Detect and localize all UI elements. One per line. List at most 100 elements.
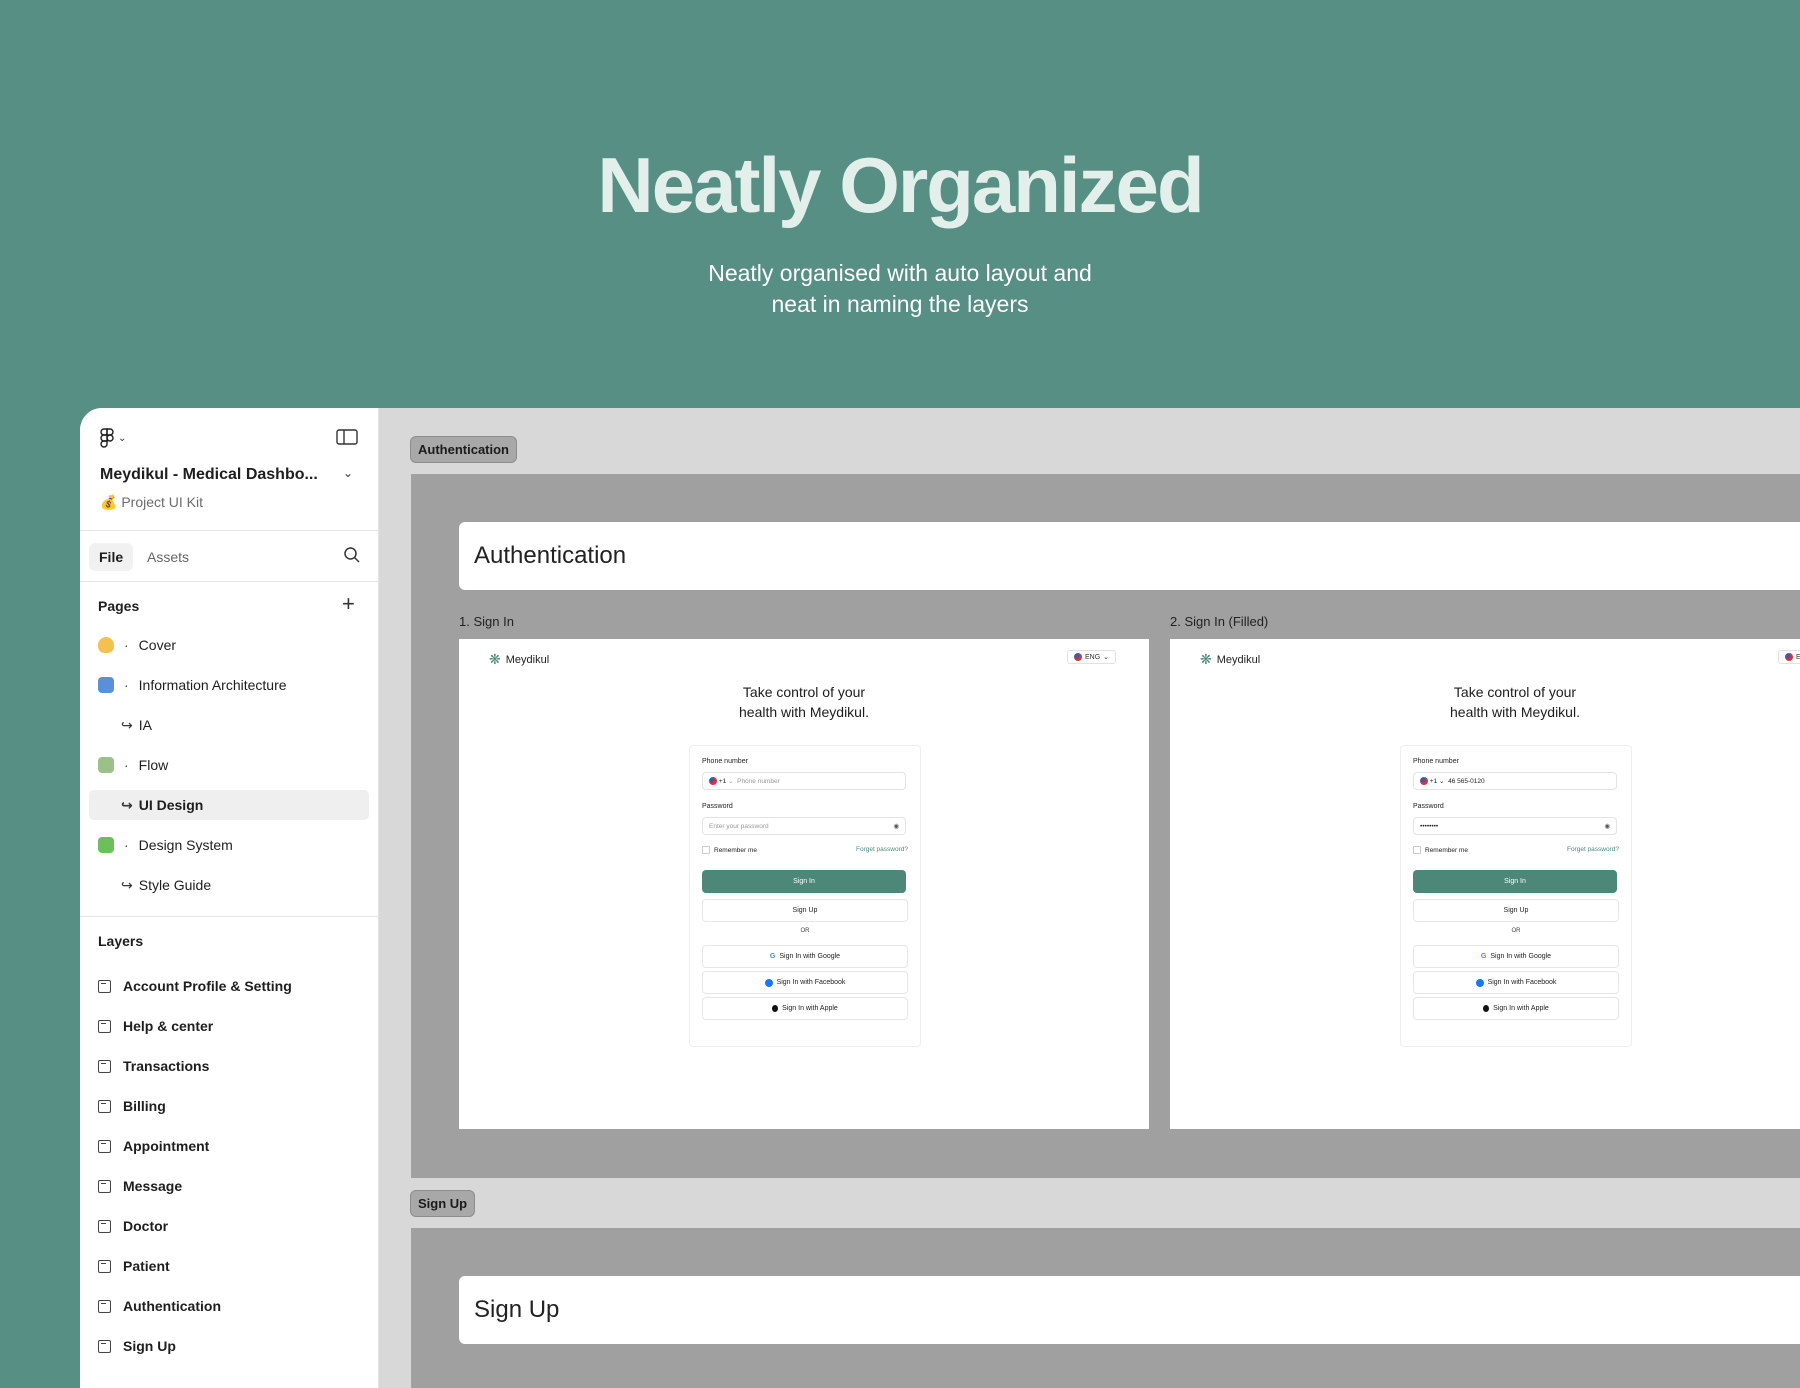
- us-flag-icon: [1074, 653, 1082, 661]
- sidebar-tabs: File Assets: [80, 531, 378, 582]
- project-name[interactable]: Meydikul - Medical Dashbo...: [100, 466, 330, 484]
- hero-title: Neatly Organized: [597, 141, 1204, 229]
- facebook-label: Sign In with Facebook: [776, 979, 846, 986]
- sign-in-button[interactable]: Sign In: [702, 870, 906, 893]
- sign-in-form: Phone number +1 ⌄ 46 565-0120 Password •…: [1400, 745, 1632, 1047]
- search-icon[interactable]: [343, 546, 361, 564]
- apple-icon: [1483, 1005, 1490, 1012]
- google-sign-in-button[interactable]: G Sign In with Google: [1413, 945, 1619, 968]
- google-sign-in-button[interactable]: G Sign In with Google: [702, 945, 908, 968]
- chevron-down-icon: ⌄: [1103, 654, 1110, 661]
- brand-name: Meydikul: [1216, 653, 1261, 666]
- add-page-icon[interactable]: +: [342, 593, 355, 615]
- layer-item[interactable]: Sign Up: [98, 1331, 176, 1361]
- page-item-information-architecture[interactable]: · Information Architecture: [89, 670, 369, 700]
- main-menu-button[interactable]: ⌄: [100, 428, 126, 448]
- frame-label-sign-in-filled[interactable]: 2. Sign In (Filled): [1170, 614, 1268, 629]
- remember-checkbox[interactable]: Remember me: [702, 846, 757, 854]
- project-chevron-icon[interactable]: ⌄: [343, 466, 353, 480]
- forgot-password-link[interactable]: Forget password?: [856, 846, 908, 853]
- page-item-ui-design[interactable]: ↪ UI Design: [89, 790, 369, 820]
- figma-logo-icon: [100, 428, 114, 448]
- or-divider: OR: [800, 928, 810, 934]
- page-item-cover[interactable]: · Cover: [89, 630, 369, 660]
- layer-item[interactable]: Transactions: [98, 1051, 209, 1081]
- layer-item[interactable]: Patient: [98, 1251, 170, 1281]
- remember-checkbox[interactable]: Remember me: [1413, 846, 1468, 854]
- sign-up-button[interactable]: Sign Up: [1413, 899, 1619, 922]
- google-label: Sign In with Google: [1490, 953, 1552, 960]
- layer-label: Help & center: [123, 1018, 214, 1034]
- apple-sign-in-button[interactable]: Sign In with Apple: [702, 997, 908, 1020]
- artboard-sign-in-filled[interactable]: ❋ Meydikul E Take control of your health…: [1170, 639, 1800, 1129]
- section-tag-sign-up[interactable]: Sign Up: [410, 1190, 476, 1217]
- password-input[interactable]: •••••••• ◉: [1413, 817, 1617, 835]
- forgot-password-link[interactable]: Forget password?: [1567, 846, 1619, 853]
- section-header-sign-up[interactable]: Sign Up: [459, 1276, 1800, 1344]
- facebook-sign-in-button[interactable]: Sign In with Facebook: [1413, 971, 1619, 994]
- frame-icon: [98, 1339, 111, 1353]
- password-input[interactable]: Enter your password ◉: [702, 817, 906, 835]
- layer-item[interactable]: Authentication: [98, 1291, 221, 1321]
- phone-input[interactable]: +1 ⌄ Phone number: [702, 772, 906, 790]
- page-label: Flow: [138, 757, 169, 773]
- sidebar-header: ⌄ Meydikul - Medical Dashbo... ⌄ 💰 Proje…: [80, 408, 378, 531]
- sign-in-button[interactable]: Sign In: [1413, 870, 1617, 893]
- remember-label: Remember me: [1425, 846, 1468, 854]
- pages-title: Pages: [98, 598, 140, 614]
- artboard-sign-in[interactable]: ❋ Meydikul ENG ⌄ Take control of your he…: [459, 639, 1149, 1129]
- brand-logo: ❋ Meydikul: [489, 651, 549, 668]
- frame-icon: [98, 1099, 111, 1113]
- eye-icon[interactable]: ◉: [893, 822, 899, 830]
- password-label: Password: [1413, 803, 1444, 810]
- us-flag-icon: [1785, 653, 1793, 661]
- money-icon: [98, 757, 114, 773]
- language-value: ENG: [1085, 653, 1101, 661]
- page-item-flow[interactable]: · Flow: [89, 750, 369, 780]
- layer-label: Transactions: [123, 1058, 210, 1074]
- google-icon: G: [1480, 953, 1487, 960]
- layer-label: Patient: [123, 1258, 170, 1274]
- phone-input[interactable]: +1 ⌄ 46 565-0120: [1413, 772, 1617, 790]
- figma-window: ⌄ Meydikul - Medical Dashbo... ⌄ 💰 Proje…: [80, 408, 1800, 1388]
- layer-item[interactable]: Message: [98, 1171, 182, 1201]
- phone-label: Phone number: [1413, 758, 1459, 765]
- page-item-style-guide[interactable]: ↪ Style Guide: [89, 870, 369, 900]
- tab-assets[interactable]: Assets: [137, 543, 199, 571]
- layer-item[interactable]: Doctor: [98, 1211, 168, 1241]
- hero-subtitle-line2: neat in naming the layers: [771, 291, 1029, 317]
- layer-label: Authentication: [123, 1298, 221, 1314]
- section-tag-authentication[interactable]: Authentication: [410, 436, 517, 463]
- apple-sign-in-button[interactable]: Sign In with Apple: [1413, 997, 1619, 1020]
- frame-label-sign-in[interactable]: 1. Sign In: [459, 614, 514, 629]
- left-sidebar: ⌄ Meydikul - Medical Dashbo... ⌄ 💰 Proje…: [80, 408, 379, 1388]
- money-bag-icon: 💰: [100, 494, 118, 510]
- language-select[interactable]: ENG ⌄: [1067, 650, 1117, 664]
- layer-item[interactable]: Appointment: [98, 1131, 209, 1161]
- design-canvas[interactable]: Authentication Authentication 1. Sign In…: [378, 408, 1800, 1388]
- page-item-ia[interactable]: ↪ IA: [89, 710, 369, 740]
- headline-line1: Take control of your: [742, 684, 866, 700]
- us-flag-icon: [1420, 777, 1428, 785]
- layer-item[interactable]: Billing: [98, 1091, 166, 1121]
- layer-item[interactable]: Account Profile & Setting: [98, 971, 292, 1001]
- language-select[interactable]: E: [1778, 650, 1800, 664]
- page-item-design-system[interactable]: · Design System: [89, 830, 369, 860]
- headline-line2: health with Meydikul.: [1450, 704, 1580, 720]
- sign-up-button[interactable]: Sign Up: [702, 899, 908, 922]
- headline-line1: Take control of your: [1453, 684, 1577, 700]
- page-label: IA: [138, 717, 152, 733]
- section-header-authentication[interactable]: Authentication: [459, 522, 1800, 590]
- phone-code: +1: [1429, 777, 1438, 785]
- phone-value: 46 565-0120: [1448, 777, 1485, 785]
- sub-page-arrow-icon: ↪: [121, 716, 133, 733]
- toggle-panel-icon[interactable]: [336, 428, 358, 446]
- tab-file[interactable]: File: [89, 543, 134, 571]
- layer-item[interactable]: Help & center: [98, 1011, 213, 1041]
- frame-icon: [98, 1019, 111, 1033]
- frame-icon: [98, 1219, 111, 1233]
- sign-in-form: Phone number +1 ⌄ Phone number Password …: [689, 745, 921, 1047]
- facebook-sign-in-button[interactable]: Sign In with Facebook: [702, 971, 908, 994]
- hero-subtitle: Neatly organised with auto layout and ne…: [600, 258, 1200, 320]
- eye-icon[interactable]: ◉: [1604, 822, 1610, 830]
